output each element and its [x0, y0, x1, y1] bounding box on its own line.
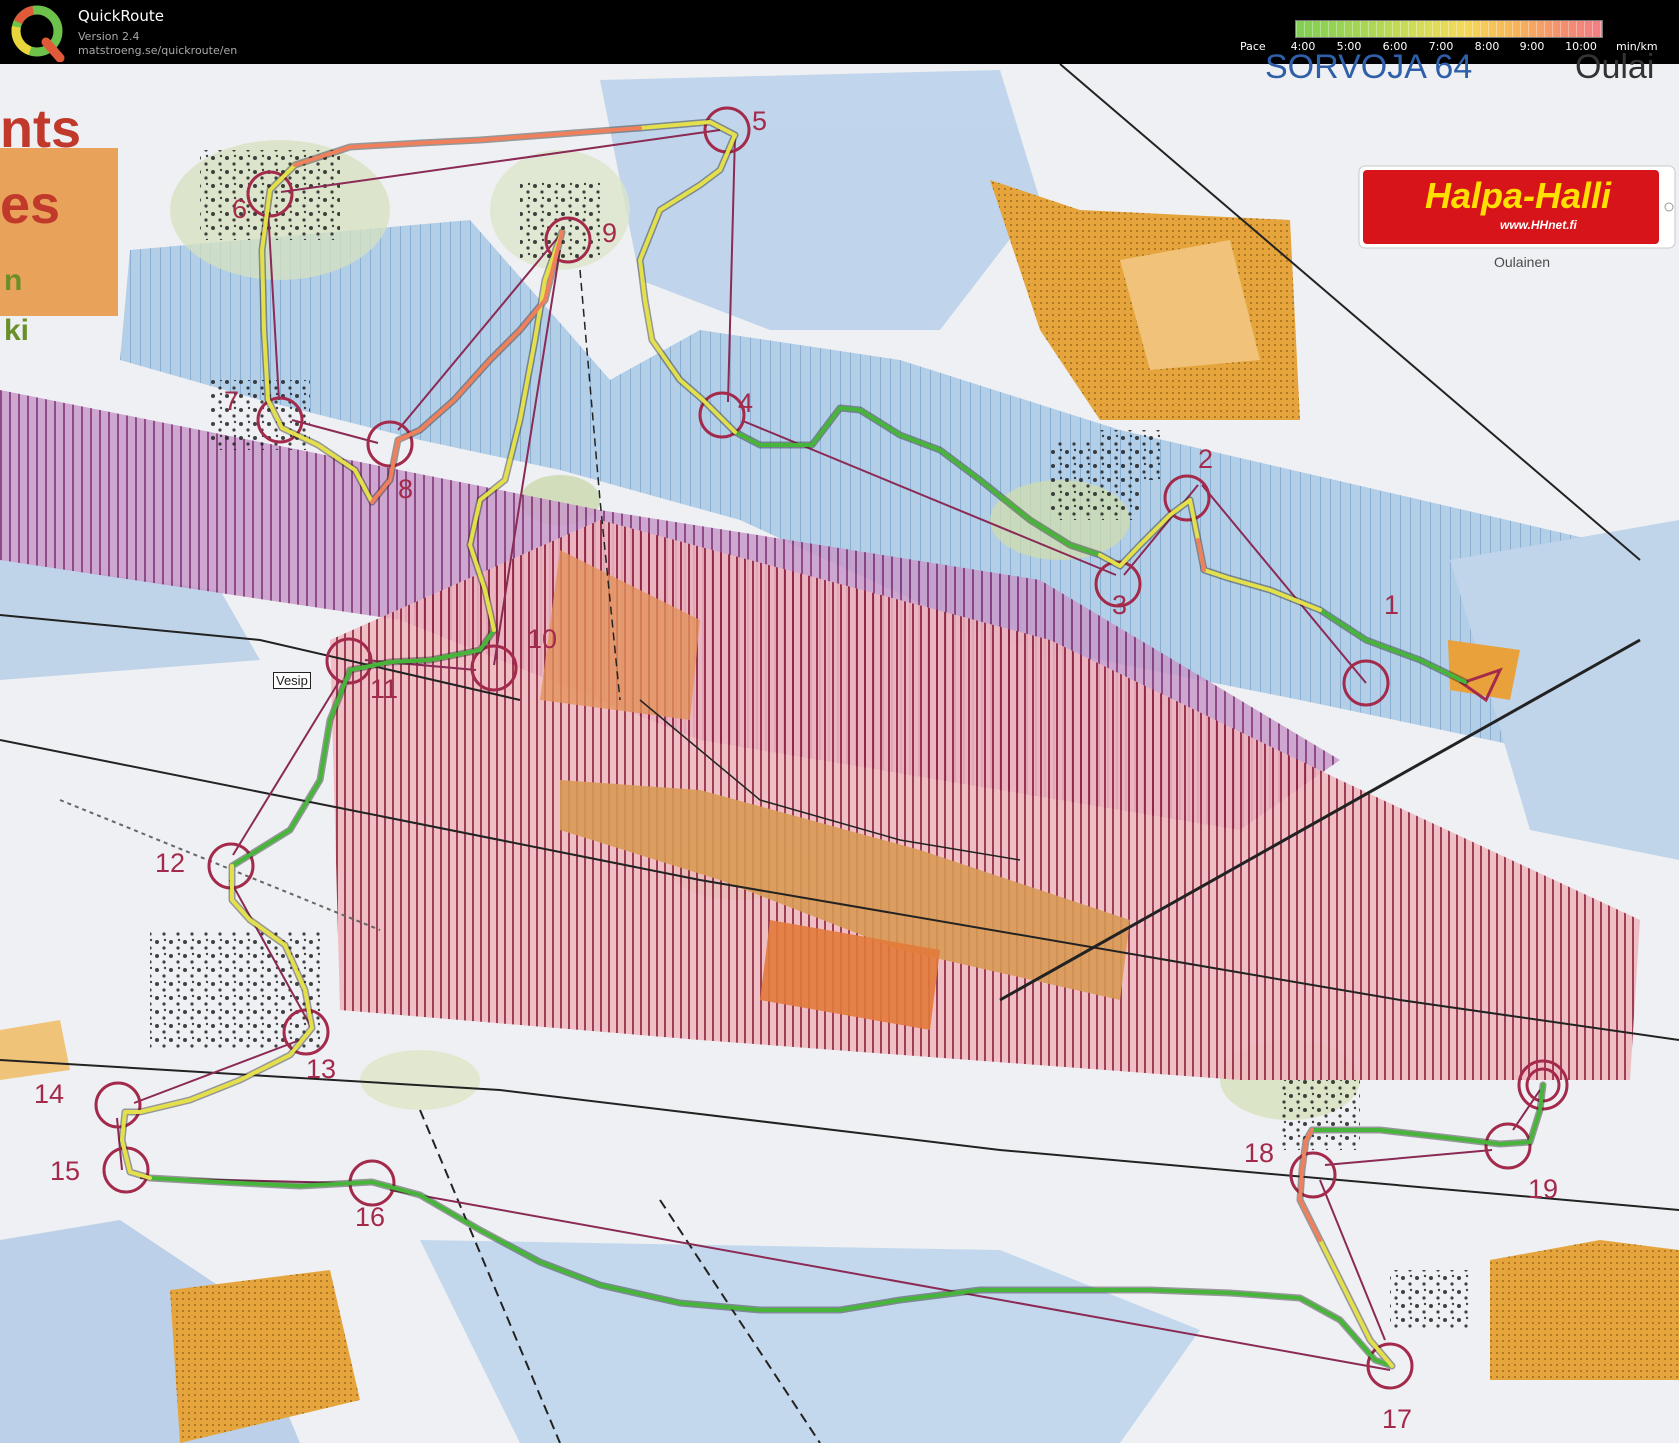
- orienteering-map[interactable]: nts es n ki SORVOJA 64 Oulai Halpa-Halli…: [0, 48, 1679, 1443]
- control-label-14: 14: [34, 1079, 65, 1109]
- control-label-10: 10: [527, 624, 558, 654]
- control-label-7: 7: [224, 386, 240, 416]
- feature-label: Vesip: [273, 672, 311, 689]
- map-top-text-right: Oulai: [1575, 48, 1655, 86]
- banner-text-2: es: [0, 175, 61, 235]
- app-title: QuickRoute: [78, 7, 164, 25]
- control-label-1: 1: [1384, 590, 1400, 620]
- banner-text-1: nts: [0, 99, 81, 159]
- control-label-16: 16: [355, 1202, 386, 1232]
- pace-tick: 9:00: [1519, 40, 1545, 53]
- control-label-18: 18: [1244, 1138, 1275, 1168]
- control-label-12: 12: [155, 848, 186, 878]
- sponsor-name: Halpa-Halli: [1425, 175, 1612, 216]
- pace-legend-title: Pace: [1240, 40, 1266, 53]
- control-label-6: 6: [232, 194, 248, 224]
- control-label-4: 4: [738, 388, 754, 418]
- control-label-3: 3: [1112, 590, 1128, 620]
- control-label-5: 5: [752, 106, 768, 136]
- app-url[interactable]: matstroeng.se/quickroute/en: [78, 44, 237, 57]
- banner-text-3: n: [4, 264, 23, 297]
- quickroute-viewer: QuickRoute Version 2.4 matstroeng.se/qui…: [0, 0, 1679, 1443]
- sponsor-town: Oulainen: [1494, 254, 1551, 270]
- rock-cluster: [1100, 430, 1160, 480]
- vegetation-patch: [360, 1050, 480, 1110]
- control-label-19: 19: [1528, 1174, 1559, 1204]
- control-label-11: 11: [370, 674, 399, 704]
- rock-cluster: [150, 930, 320, 1050]
- rock-cluster: [1390, 1270, 1470, 1330]
- control-label-17: 17: [1382, 1404, 1413, 1434]
- control-label-8: 8: [398, 474, 414, 504]
- open-area: [1448, 640, 1520, 700]
- map-canvas: [0, 64, 1679, 1443]
- open-area: [0, 1020, 70, 1080]
- control-label-9: 9: [602, 218, 618, 248]
- control-label-2: 2: [1198, 444, 1214, 474]
- app-version: Version 2.4: [78, 30, 140, 43]
- sponsor-url: www.HHnet.fi: [1500, 218, 1577, 232]
- open-area: [1490, 1240, 1679, 1380]
- pace-gradient-bar: [1295, 20, 1603, 38]
- control-label-13: 13: [306, 1054, 337, 1084]
- pace-tick: 8:00: [1474, 40, 1500, 53]
- control-label-15: 15: [50, 1156, 81, 1186]
- banner-text-4: ki: [4, 314, 30, 347]
- rock-cluster: [1280, 1080, 1360, 1150]
- quickroute-logo-icon: [11, 5, 65, 62]
- map-top-text: SORVOJA 64: [1265, 48, 1473, 86]
